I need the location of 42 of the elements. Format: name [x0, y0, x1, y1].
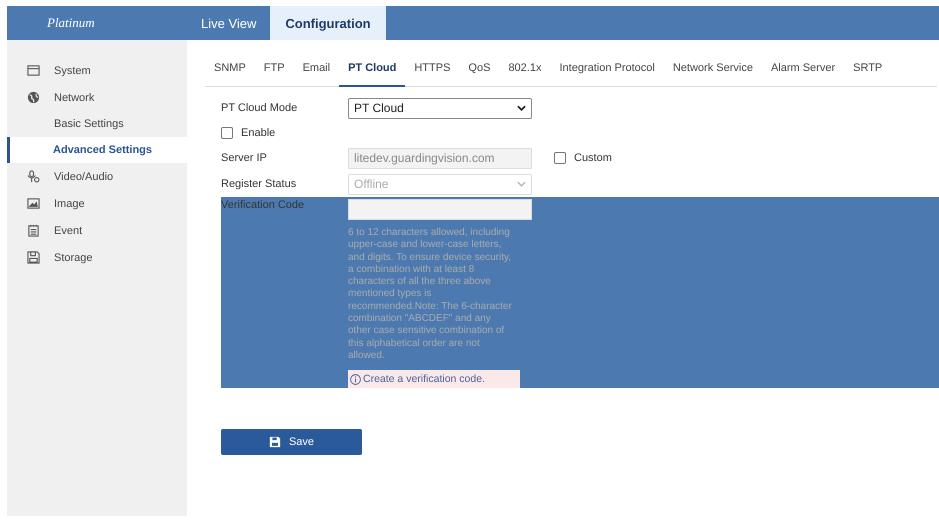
- sidebar-item[interactable]: Event: [7, 217, 187, 244]
- sidebar-subitem[interactable]: Advanced Settings: [7, 137, 187, 163]
- video-icon: [27, 170, 40, 183]
- save-button[interactable]: Save: [221, 429, 362, 456]
- storage-icon: [27, 251, 40, 264]
- sidebar-item[interactable]: System: [7, 57, 187, 84]
- field-label: Register Status: [221, 178, 298, 190]
- sidebar-item[interactable]: Image: [7, 190, 187, 217]
- field-label: Server IP: [221, 152, 268, 164]
- hint-text: 6 to 12 characters allowed, including upper-case and lower-case letters, and digits. To ensure device security, a combination with at least 8 characters of all the three above mentioned types is recommended.Note: The 6-character combination "ABCDEF" and any other case sensitive combination of this alphabetical order are not allowed.: [348, 227, 513, 362]
- tip-text: Create a verification code.: [363, 373, 485, 386]
- tab[interactable]: Integration Protocol: [550, 50, 664, 87]
- mode-dropdown[interactable]: PT Cloud: [348, 98, 532, 118]
- tab[interactable]: 802.1x: [499, 50, 550, 87]
- sidebar-subitem[interactable]: Basic Settings: [7, 111, 187, 137]
- tab[interactable]: HTTPS: [405, 50, 460, 87]
- sidebar-item[interactable]: Network: [7, 84, 187, 111]
- caret-icon: [517, 105, 526, 111]
- tab[interactable]: QoS: [459, 50, 500, 87]
- tab[interactable]: Email: [294, 50, 340, 87]
- info-icon: [350, 374, 361, 385]
- sidebar-item[interactable]: Video/Audio: [7, 163, 187, 190]
- logo: Platinum: [46, 14, 96, 32]
- system-icon: [27, 64, 40, 77]
- nav-tab[interactable]: Live View: [187, 6, 270, 40]
- sidebar-item[interactable]: Storage: [7, 244, 187, 271]
- caret-icon: [517, 181, 526, 187]
- event-icon: [27, 224, 40, 237]
- tab[interactable]: SNMP: [205, 50, 255, 87]
- enable-checkbox[interactable]: Enable: [221, 127, 276, 139]
- field-label: Verification Code: [221, 199, 306, 211]
- field-label: PT Cloud Mode: [221, 102, 298, 114]
- nav-tab[interactable]: Configuration: [270, 6, 386, 40]
- tab[interactable]: Network Service: [664, 50, 762, 87]
- tab[interactable]: SRTP: [844, 50, 892, 87]
- tab[interactable]: PT Cloud: [339, 50, 406, 87]
- network-icon: [27, 91, 40, 104]
- tab[interactable]: Alarm Server: [762, 50, 844, 87]
- save-icon: [268, 436, 281, 448]
- tab[interactable]: FTP: [254, 50, 294, 87]
- image-icon: [27, 197, 40, 210]
- verification-code-field[interactable]: [348, 199, 532, 220]
